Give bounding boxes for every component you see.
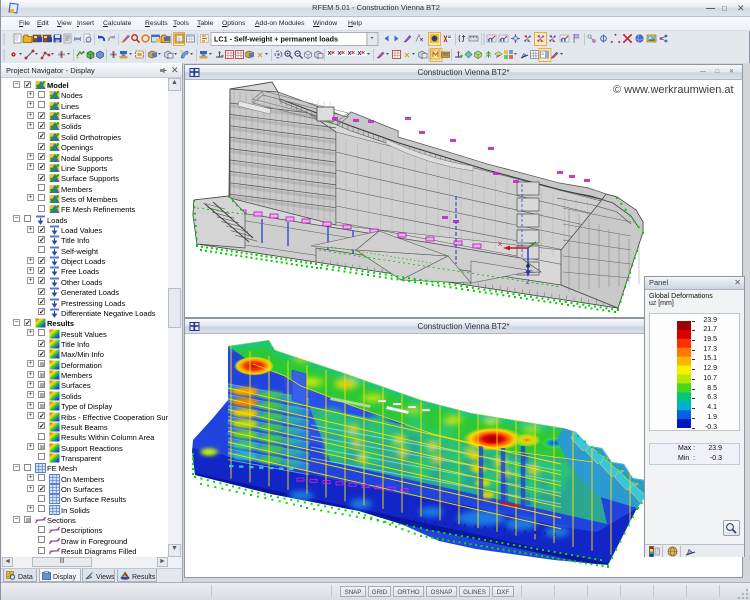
svg-text:LC1 - Self-weight + permanent: LC1 - Self-weight + permanent loads [214, 35, 338, 44]
svg-text:Z: Z [526, 280, 530, 286]
svg-text:X: X [498, 242, 502, 248]
